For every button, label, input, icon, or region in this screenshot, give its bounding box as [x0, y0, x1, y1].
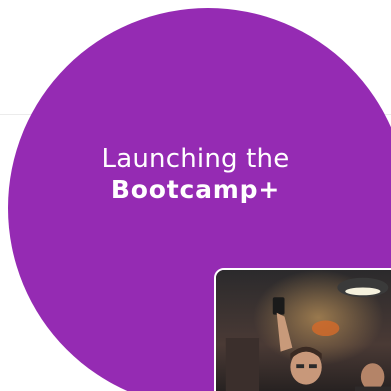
- page: Launching the Bootcamp+: [0, 0, 391, 391]
- hero-title-line2: Bootcamp+: [110, 174, 281, 204]
- event-photo: [214, 268, 391, 391]
- hero-title-line1: Launching the: [101, 144, 290, 174]
- hero-title: Launching the Bootcamp+: [0, 144, 391, 204]
- event-photo-image: [216, 270, 391, 391]
